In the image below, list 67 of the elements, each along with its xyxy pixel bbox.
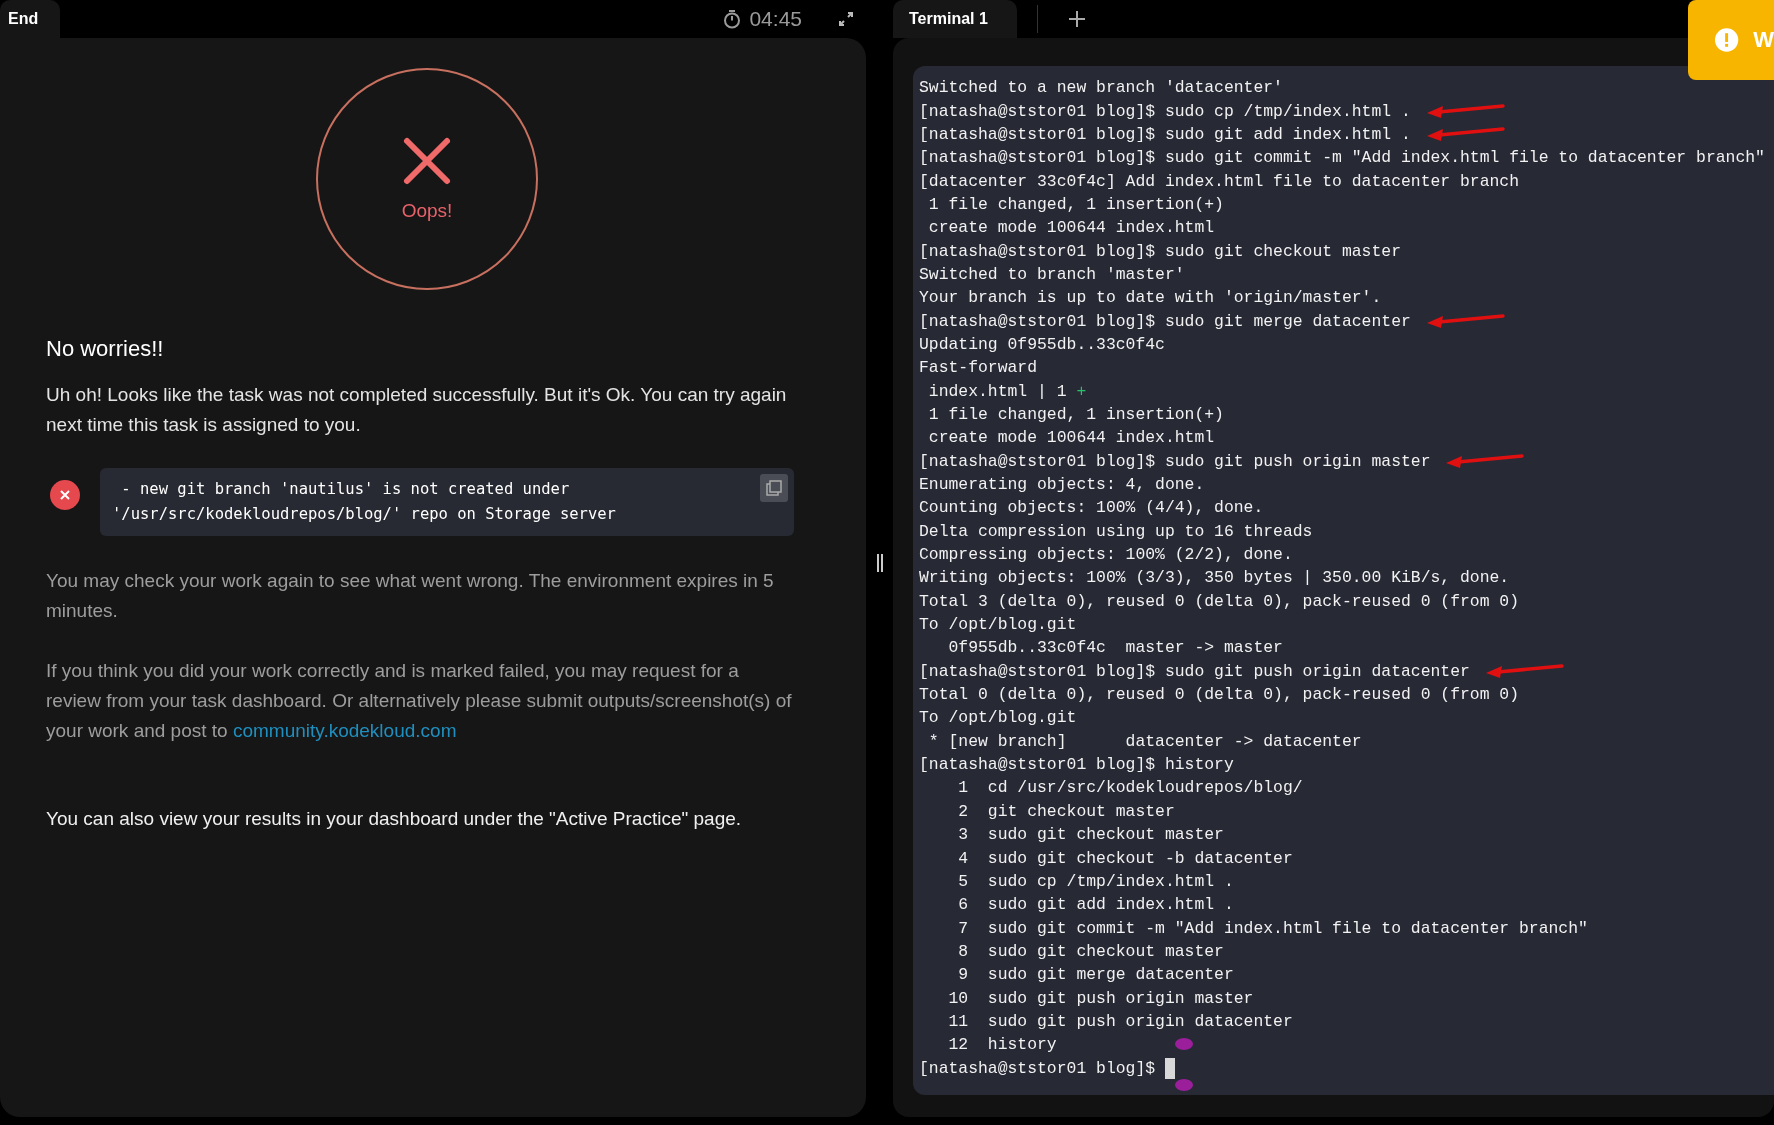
cross-icon <box>402 136 452 186</box>
error-text: - new git branch 'nautilus' is not created under '/usr/src/kodekloudrepos/blog/' repo on Storage server <box>112 479 616 525</box>
terminal-line: [datacenter 33c0f4c] Add index.html file to datacenter branch <box>919 171 1519 191</box>
message: Uh oh! Looks like the task was not completed successfully. But it's Ok. You can try again next time this task is assigned to you. <box>46 383 788 437</box>
terminal-line: 0f955db..33c0f4c master -> master <box>947 638 1283 658</box>
stopwatch-icon <box>723 9 742 29</box>
terminal-line: [natasha@ststor01 blog]$ sudo cp /tmp/index.html . <box>919 101 1411 121</box>
terminal-line: 1 cd /usr/src/kodekloudrepos/blog/ <box>957 778 1303 798</box>
terminal-line: 3 sudo git checkout master <box>957 825 1224 845</box>
terminal-line: Writing objects: 100% (3/3), 350 bytes | 350.00 KiB/s, done. <box>919 568 1510 588</box>
add-tab-icon[interactable] <box>1068 10 1086 28</box>
terminal-tab[interactable]: Terminal 1 <box>893 0 1017 38</box>
terminal-line: 9 sudo git merge datacenter <box>957 965 1234 985</box>
status-label: Oops! <box>401 200 453 222</box>
terminal-line: Fast-forward <box>919 358 1038 378</box>
terminal-line: Switched to a new branch 'datacenter' <box>919 78 1283 98</box>
terminal-line: [natasha@ststor01 blog]$ sudo git commit -m "Add index.html file to datacenter branch" <box>919 148 1765 168</box>
terminal-line: [natasha@ststor01 blog]$ sudo git push origin datacenter <box>919 661 1470 681</box>
terminal-line: Updating 0f955db..33c0f4c <box>919 334 1165 354</box>
expand-icon[interactable] <box>838 11 854 27</box>
cursor <box>1164 1057 1175 1079</box>
terminal-line: 6 sudo git add index.html . <box>957 895 1234 915</box>
terminal-line: [natasha@ststor01 blog]$ sudo git push origin master <box>919 451 1431 471</box>
terminal-line: 5 sudo cp /tmp/index.html . <box>957 871 1234 891</box>
terminal-line: Total 0 (delta 0), reused 0 (delta 0), pack-reused 0 (from 0) <box>919 685 1519 705</box>
terminal-line: Your branch is up to date with 'origin/master'. <box>919 288 1382 308</box>
terminal-line: create mode 100644 index.html <box>927 428 1215 448</box>
community-link[interactable]: community.kodekloud.com <box>232 720 457 741</box>
marker-icon <box>1174 1078 1193 1091</box>
terminal-line: Delta compression using up to 16 threads <box>919 521 1313 541</box>
resize-handle[interactable] <box>876 553 883 572</box>
end-tab[interactable]: End <box>0 0 60 38</box>
dashboard-text: You can also view your results in your dashboard under the "Active Practice" page. <box>46 807 743 831</box>
terminal-line: [natasha@ststor01 blog]$ sudo git merge datacenter <box>919 311 1411 331</box>
heading: No worries!! <box>46 336 165 362</box>
terminal-prompt: [natasha@ststor01 blog]$ <box>919 1058 1157 1078</box>
terminal-line: 10 sudo git push origin master <box>947 988 1254 1008</box>
terminal-line: Switched to branch 'master' <box>919 264 1185 284</box>
review-text: If you think you did your work correctly and is marked failed, you may request for a review from your task dashboard. Or alternatively please submit outputs/screenshot(s) of your work and post to community.kodekloud.com <box>46 659 793 743</box>
terminal-line: 11 sudo git push origin datacenter <box>947 1011 1293 1031</box>
copy-icon[interactable] <box>760 474 788 502</box>
toast-text: W <box>1753 27 1774 53</box>
terminal-line: * [new branch] datacenter -> datacenter <box>927 731 1362 751</box>
terminal-line: Enumerating objects: 4, done. <box>919 475 1205 494</box>
terminal-line: 8 sudo git checkout master <box>957 941 1224 961</box>
terminal[interactable] <box>913 66 1774 1095</box>
terminal-line: 1 file changed, 1 insertion(+) <box>927 405 1224 424</box>
terminal-line: [natasha@ststor01 blog]$ sudo git checkout master <box>919 241 1401 261</box>
terminal-line: index.html | 1 + <box>927 381 1087 401</box>
terminal-line: 7 sudo git commit -m "Add index.html file to datacenter branch" <box>957 918 1588 938</box>
terminal-line: To /opt/blog.git <box>919 615 1077 635</box>
terminal-line: 1 file changed, 1 insertion(+) <box>927 194 1224 214</box>
terminal-line: create mode 100644 index.html <box>927 218 1215 238</box>
terminal-line: 2 git checkout master <box>957 801 1175 821</box>
error-icon <box>50 480 80 510</box>
terminal-line: Counting objects: 100% (4/4), done. <box>919 498 1264 518</box>
marker-icon <box>1174 1037 1193 1050</box>
terminal-line: Total 3 (delta 0), reused 0 (delta 0), pack-reused 0 (from 0) <box>919 591 1519 611</box>
terminal-line: Compressing objects: 100% (2/2), done. <box>919 545 1293 565</box>
terminal-line: 12 history <box>947 1035 1057 1055</box>
terminal-line: [natasha@ststor01 blog]$ sudo git add index.html . <box>919 124 1411 144</box>
terminal-line: [natasha@ststor01 blog]$ history <box>919 755 1234 775</box>
warning-icon <box>1714 27 1740 53</box>
terminal-line: 4 sudo git checkout -b datacenter <box>957 848 1293 868</box>
timer: 04:45 <box>749 7 802 31</box>
check-text: You may check your work again to see what went wrong. The environment expires in 5 minutes. <box>46 569 775 623</box>
terminal-line: To /opt/blog.git <box>919 708 1077 728</box>
